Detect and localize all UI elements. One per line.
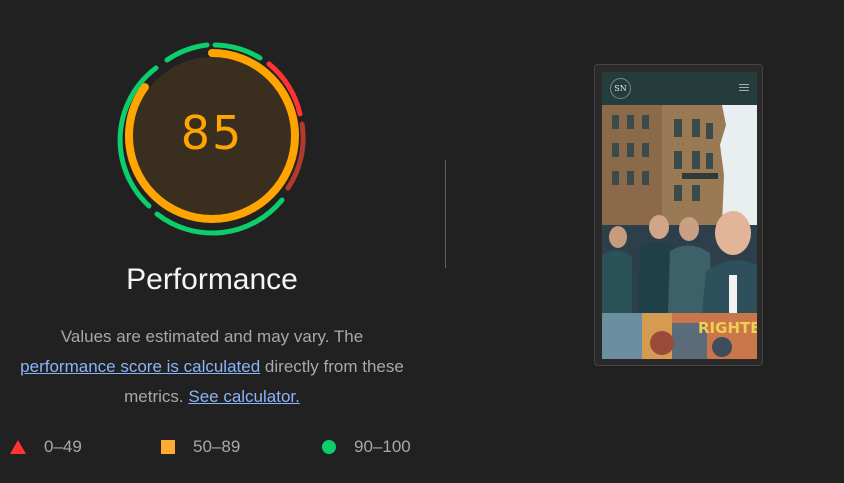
final-screenshot: SN RIGHTE: [602, 72, 757, 359]
mural-text: RIGHTE: [698, 319, 757, 337]
legend-label-fail: 0–49: [44, 437, 82, 456]
hero-photo-image: [602, 105, 757, 313]
category-title: Performance: [126, 263, 298, 296]
hamburger-menu-icon: [739, 84, 749, 92]
description-text-1: Values are estimated and may vary. The: [60, 327, 364, 346]
mural-image: RIGHTE: [602, 313, 757, 359]
hero-photo: [602, 105, 757, 313]
legend-label-average: 50–89: [193, 437, 241, 456]
vertical-divider: [445, 160, 446, 268]
legend-label-pass: 90–100: [354, 437, 411, 456]
see-calculator-link[interactable]: See calculator.: [188, 387, 300, 406]
performance-score-link[interactable]: performance score is calculated: [20, 357, 260, 376]
description-text-2: directly from these: [264, 357, 404, 376]
triangle-icon: [10, 440, 26, 454]
legend-item-pass: 90–100: [322, 436, 411, 458]
site-header: SN: [602, 72, 757, 105]
performance-gauge: 85: [112, 38, 312, 238]
circle-icon: [322, 440, 336, 454]
legend-item-fail: 0–49: [10, 436, 82, 458]
final-screenshot-frame: SN RIGHTE: [594, 64, 763, 366]
performance-score: 85: [180, 106, 244, 160]
square-icon: [161, 440, 175, 454]
site-logo: SN: [610, 78, 631, 99]
score-description: Values are estimated and may vary. The p…: [0, 322, 424, 412]
legend-item-average: 50–89: [161, 436, 240, 458]
lighthouse-performance-panel: 85 Performance Values are estimated and …: [0, 0, 844, 483]
mural-image-graphic: RIGHTE: [602, 313, 757, 359]
description-text-3: metrics.: [124, 387, 184, 406]
